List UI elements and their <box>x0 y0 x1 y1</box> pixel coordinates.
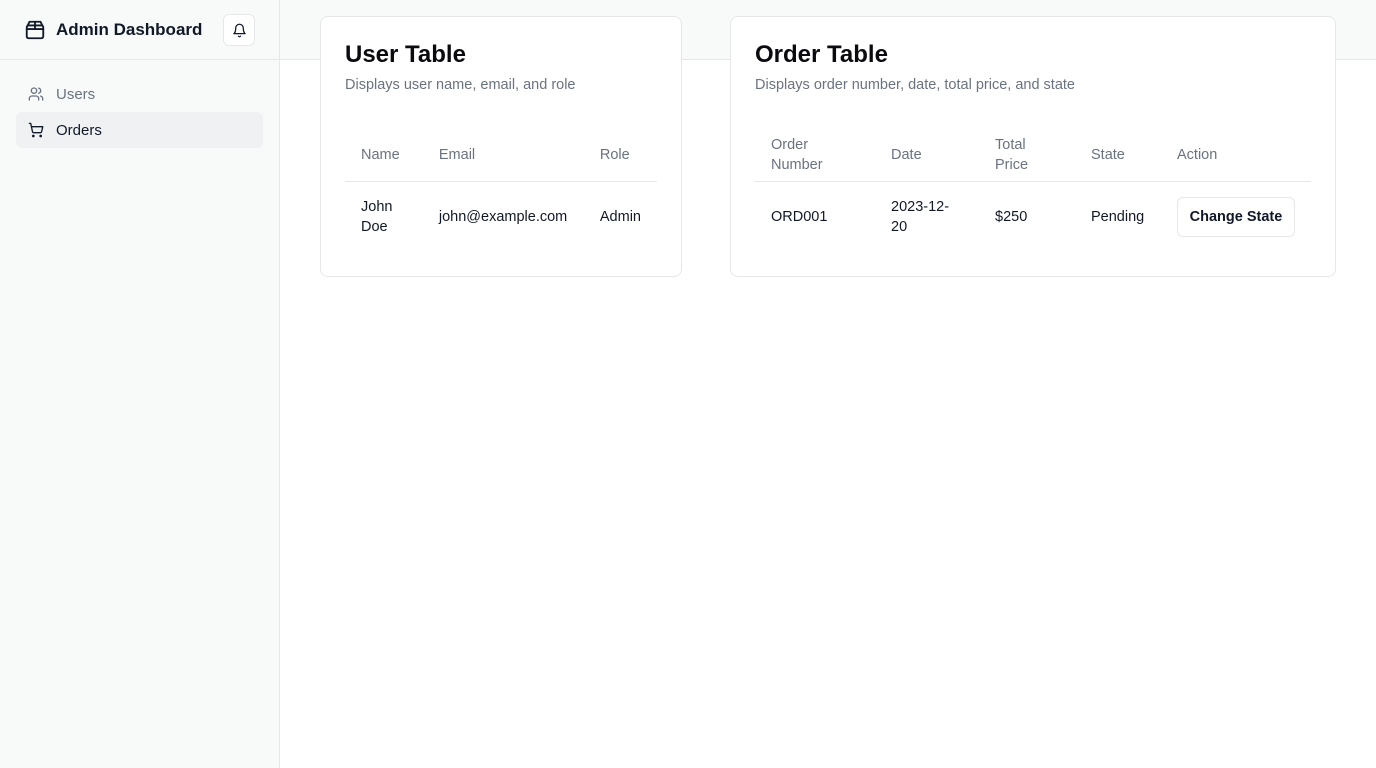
sidebar-item-users[interactable]: Users <box>16 76 263 112</box>
column-header-name: Name <box>345 129 423 182</box>
table-row: ORD001 2023-12-20 $250 Pending Change St… <box>755 181 1311 253</box>
cell-state: Pending <box>1091 209 1145 226</box>
order-table-card: Order Table Displays order number, date,… <box>730 16 1336 277</box>
cell-name: John Doe <box>361 199 393 236</box>
cell-order-number: ORD001 <box>771 209 828 226</box>
sidebar: Admin Dashboard Users Orders <box>0 0 280 768</box>
column-header-role: Role <box>583 129 657 182</box>
card-description: Displays user name, email, and role <box>345 77 576 93</box>
users-icon <box>28 86 44 102</box>
cell-role: Admin <box>599 209 641 226</box>
sidebar-nav: Users Orders <box>0 60 279 164</box>
table-header-row: Name Email Role <box>345 129 657 182</box>
cell-action: Change State <box>1161 181 1311 253</box>
sidebar-item-label: Orders <box>56 121 102 139</box>
package-icon <box>24 19 46 41</box>
change-state-button[interactable]: Change State <box>1177 197 1295 238</box>
bell-icon <box>232 23 247 38</box>
column-header-date: Date <box>875 129 979 182</box>
cell-email: john@example.com <box>438 209 568 226</box>
user-table-card: User Table Displays user name, email, an… <box>320 16 682 277</box>
column-header-action: Action <box>1161 129 1311 182</box>
table-row: John Doe john@example.com Admin <box>345 181 657 253</box>
user-table: Name Email Role John Doe john@example.co… <box>345 129 657 253</box>
column-header-order-number: Order Number <box>755 129 875 182</box>
table-header-row: Order Number Date Total Price State Acti… <box>755 129 1311 182</box>
sidebar-item-orders[interactable]: Orders <box>16 112 263 148</box>
column-header-state: State <box>1075 129 1161 182</box>
column-header-total-price: Total Price <box>979 129 1075 182</box>
cart-icon <box>28 122 44 138</box>
card-title: Order Table <box>755 41 888 68</box>
cell-total-price: $250 <box>995 209 1028 226</box>
order-table: Order Number Date Total Price State Acti… <box>755 129 1311 253</box>
card-title: User Table <box>345 41 466 68</box>
app-title: Admin Dashboard <box>56 19 203 39</box>
column-header-email: Email <box>422 129 584 182</box>
cell-date: 2023-12-20 <box>891 199 950 236</box>
notifications-button[interactable] <box>223 14 255 46</box>
card-description: Displays order number, date, total price… <box>755 77 1075 93</box>
sidebar-header: Admin Dashboard <box>0 0 279 60</box>
sidebar-item-label: Users <box>56 85 96 103</box>
